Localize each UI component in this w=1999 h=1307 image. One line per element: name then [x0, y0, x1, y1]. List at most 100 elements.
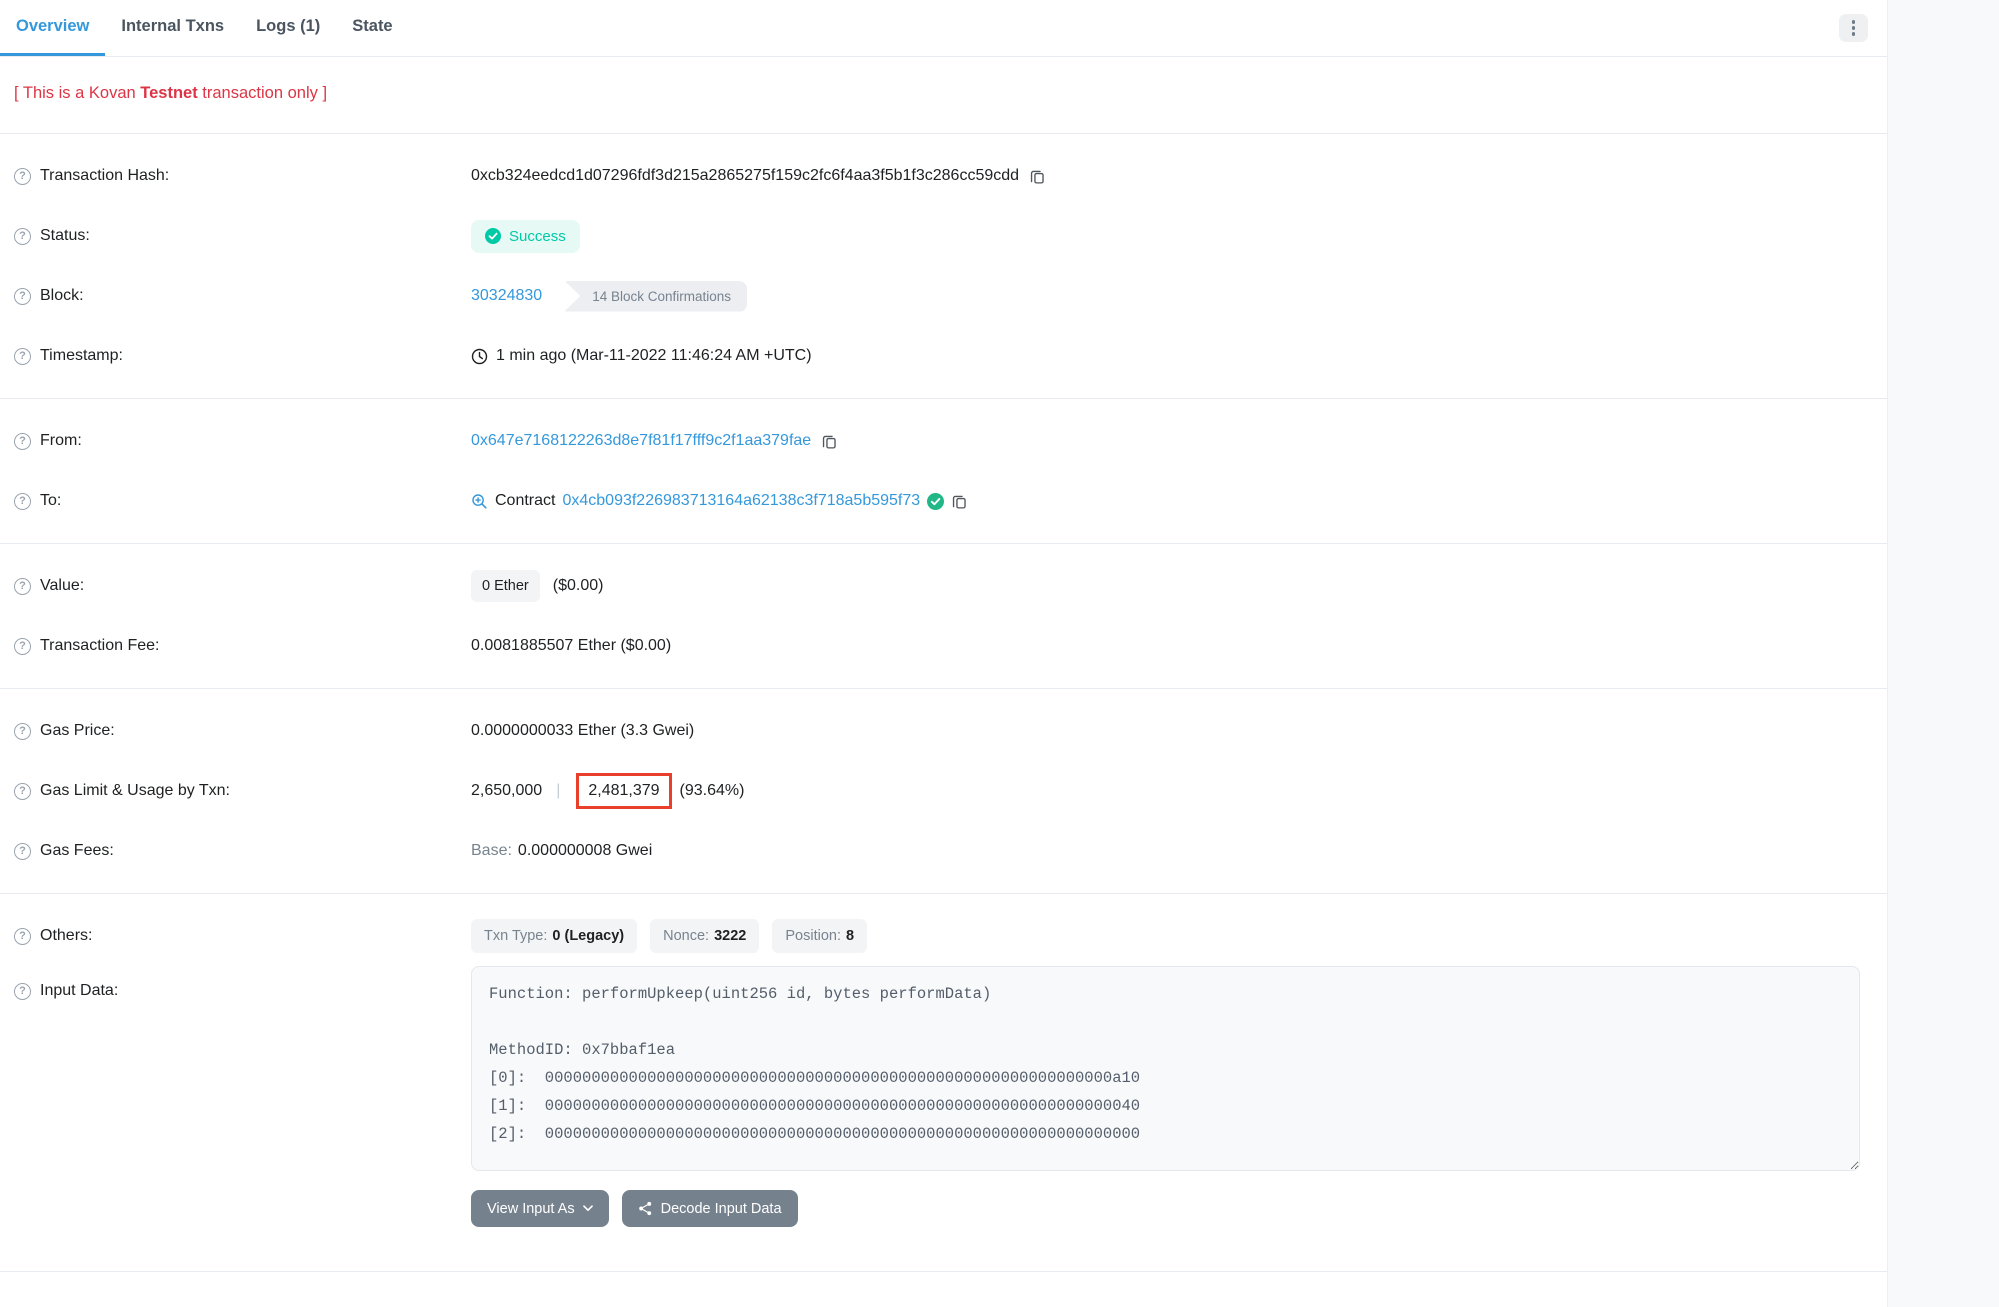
- transaction-fee-value: 0.0081885507 Ether ($0.00): [471, 637, 671, 655]
- copy-button[interactable]: [821, 433, 838, 450]
- gas-price-value: 0.0000000033 Ether (3.3 Gwei): [471, 722, 694, 740]
- group-gas: ? Gas Price: 0.0000000033 Ether (3.3 Gwe…: [0, 689, 1887, 894]
- kebab-menu-icon: [1852, 20, 1856, 36]
- copy-button[interactable]: [1029, 168, 1046, 185]
- separator: |: [556, 782, 560, 800]
- gas-used-highlight: 2,481,379: [576, 773, 671, 809]
- row-others: ? Others: Txn Type: 0 (Legacy) Nonce: 32…: [14, 906, 1873, 966]
- tab-internal-txns[interactable]: Internal Txns: [105, 0, 240, 56]
- gas-used-percent: (93.64%): [680, 782, 745, 800]
- decode-input-data-button[interactable]: Decode Input Data: [622, 1190, 798, 1227]
- transaction-hash-label: Transaction Hash:: [40, 167, 169, 185]
- group-value-fee: ? Value: 0 Ether ($0.00) ? Transaction F…: [0, 544, 1887, 689]
- others-label: Others:: [40, 927, 92, 945]
- group-hash-status-block-time: ? Transaction Hash: 0xcb324eedcd1d07296f…: [0, 134, 1887, 399]
- copy-icon: [951, 493, 968, 510]
- value-label: Value:: [40, 577, 84, 595]
- row-input-data: ? Input Data: Function: performUpkeep(ui…: [14, 966, 1873, 1259]
- row-to: ? To: Contract 0x4cb093f226983713164a621…: [14, 471, 1873, 531]
- badge-value: 0 (Legacy): [552, 928, 624, 944]
- to-type-text: Contract: [495, 492, 555, 510]
- block-confirmations-badge: 14 Block Confirmations: [564, 281, 747, 312]
- copy-button[interactable]: [951, 493, 968, 510]
- timestamp-label: Timestamp:: [40, 347, 123, 365]
- view-input-as-label: View Input As: [487, 1201, 575, 1217]
- decode-icon: [638, 1201, 653, 1216]
- tab-bar: Overview Internal Txns Logs (1) State: [0, 0, 1887, 57]
- row-block: ? Block: 30324830 14 Block Confirmations: [14, 266, 1873, 326]
- view-input-as-button[interactable]: View Input As: [471, 1190, 609, 1227]
- help-icon[interactable]: ?: [14, 638, 31, 655]
- help-icon[interactable]: ?: [14, 928, 31, 945]
- group-others-input: ? Others: Txn Type: 0 (Legacy) Nonce: 32…: [0, 894, 1887, 1272]
- tab-list: Overview Internal Txns Logs (1) State: [0, 0, 409, 56]
- gas-limit-label: Gas Limit & Usage by Txn:: [40, 782, 230, 800]
- notice-section: [ This is a Kovan Testnet transaction on…: [0, 57, 1887, 134]
- gas-limit-value: 2,650,000: [471, 782, 542, 800]
- block-label: Block:: [40, 287, 84, 305]
- notice-text: [ This is a Kovan: [14, 84, 140, 102]
- help-icon[interactable]: ?: [14, 983, 31, 1000]
- row-transaction-fee: ? Transaction Fee: 0.0081885507 Ether ($…: [14, 616, 1873, 676]
- base-fee-value: 0.000000008 Gwei: [518, 842, 652, 860]
- gas-fees-label: Gas Fees:: [40, 842, 114, 860]
- txn-type-badge: Txn Type: 0 (Legacy): [471, 919, 637, 953]
- row-gas-limit-usage: ? Gas Limit & Usage by Txn: 2,650,000 | …: [14, 761, 1873, 821]
- tab-state[interactable]: State: [336, 0, 408, 56]
- gas-used-value: 2,481,379: [588, 782, 659, 799]
- badge-value: 8: [846, 928, 854, 944]
- row-value: ? Value: 0 Ether ($0.00): [14, 556, 1873, 616]
- help-icon[interactable]: ?: [14, 578, 31, 595]
- block-number-link[interactable]: 30324830: [471, 287, 542, 305]
- others-badges: Txn Type: 0 (Legacy) Nonce: 3222 Positio…: [471, 919, 867, 953]
- caret-down-icon: [583, 1205, 593, 1212]
- help-icon[interactable]: ?: [14, 493, 31, 510]
- badge-key: Nonce:: [663, 928, 709, 944]
- gas-price-label: Gas Price:: [40, 722, 115, 740]
- badge-value: 3222: [714, 928, 746, 944]
- transaction-hash-value: 0xcb324eedcd1d07296fdf3d215a2865275f159c…: [471, 167, 1019, 185]
- badge-key: Txn Type:: [484, 928, 547, 944]
- timestamp-value: 1 min ago (Mar-11-2022 11:46:24 AM +UTC): [496, 347, 812, 365]
- status-label: Status:: [40, 227, 90, 245]
- row-gas-price: ? Gas Price: 0.0000000033 Ether (3.3 Gwe…: [14, 701, 1873, 761]
- status-badge: Success: [471, 220, 580, 253]
- from-label: From:: [40, 432, 82, 450]
- status-value: Success: [509, 228, 566, 245]
- verified-check-icon: [927, 493, 944, 510]
- base-fee-label: Base:: [471, 842, 512, 860]
- notice-text: transaction only ]: [198, 84, 327, 102]
- group-from-to: ? From: 0x647e7168122263d8e7f81f17fff9c2…: [0, 399, 1887, 544]
- help-icon[interactable]: ?: [14, 843, 31, 860]
- notice-bold-text: Testnet: [140, 84, 197, 102]
- clock-icon: [471, 348, 488, 365]
- usd-value-text: ($0.00): [553, 577, 604, 595]
- help-icon[interactable]: ?: [14, 288, 31, 305]
- to-address-link[interactable]: 0x4cb093f226983713164a62138c3f718a5b595f…: [562, 492, 920, 510]
- help-icon[interactable]: ?: [14, 168, 31, 185]
- input-data-actions: View Input As Decode Input Data: [471, 1190, 1873, 1259]
- help-icon[interactable]: ?: [14, 783, 31, 800]
- badge-key: Position:: [785, 928, 841, 944]
- help-icon[interactable]: ?: [14, 348, 31, 365]
- success-check-icon: [485, 228, 501, 244]
- copy-icon: [1029, 168, 1046, 185]
- to-label: To:: [40, 492, 61, 510]
- help-icon[interactable]: ?: [14, 723, 31, 740]
- transaction-detail-card: Overview Internal Txns Logs (1) State [ …: [0, 0, 1888, 1307]
- help-icon[interactable]: ?: [14, 228, 31, 245]
- decode-label: Decode Input Data: [661, 1201, 782, 1217]
- zoom-in-icon[interactable]: [471, 493, 488, 510]
- from-address-link[interactable]: 0x647e7168122263d8e7f81f17fff9c2f1aa379f…: [471, 432, 811, 450]
- row-transaction-hash: ? Transaction Hash: 0xcb324eedcd1d07296f…: [14, 146, 1873, 206]
- row-gas-fees: ? Gas Fees: Base: 0.000000008 Gwei: [14, 821, 1873, 881]
- help-icon[interactable]: ?: [14, 433, 31, 450]
- input-data-textarea[interactable]: Function: performUpkeep(uint256 id, byte…: [471, 966, 1860, 1171]
- tab-overview[interactable]: Overview: [0, 0, 105, 56]
- input-data-label: Input Data:: [40, 982, 118, 1000]
- tab-logs[interactable]: Logs (1): [240, 0, 336, 56]
- transaction-fee-label: Transaction Fee:: [40, 637, 159, 655]
- row-timestamp: ? Timestamp: 1 min ago (Mar-11-2022 11:4…: [14, 326, 1873, 386]
- more-options-button[interactable]: [1839, 14, 1868, 42]
- position-badge: Position: 8: [772, 919, 867, 953]
